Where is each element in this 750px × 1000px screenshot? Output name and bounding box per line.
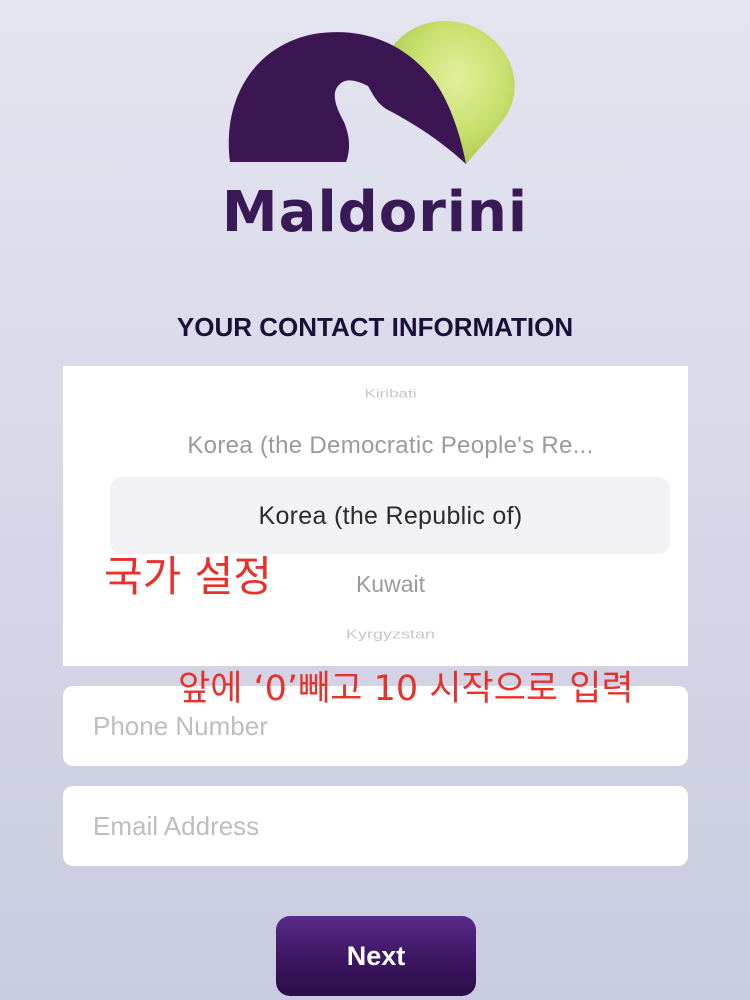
country-picker[interactable]: Kiribati Korea (the Democratic People's …: [63, 366, 688, 666]
email-address-field[interactable]: [63, 786, 688, 866]
page-title: YOUR CONTACT INFORMATION: [176, 312, 574, 342]
next-button[interactable]: Next: [276, 916, 476, 996]
maldorini-logo-icon: [228, 21, 515, 165]
picker-option[interactable]: Kiribati: [63, 387, 688, 401]
picker-option-selected[interactable]: Korea (the Republic of): [63, 502, 688, 531]
phone-annotation: 앞에 ‘0’빼고 10 시작으로 입력: [178, 669, 634, 709]
picker-option[interactable]: Korea (the Democratic People's Re...: [63, 432, 688, 460]
country-annotation: 국가 설정: [104, 552, 272, 601]
brand-name: Maldorini: [221, 180, 529, 245]
picker-option[interactable]: Kyrgyzstan: [63, 627, 688, 642]
